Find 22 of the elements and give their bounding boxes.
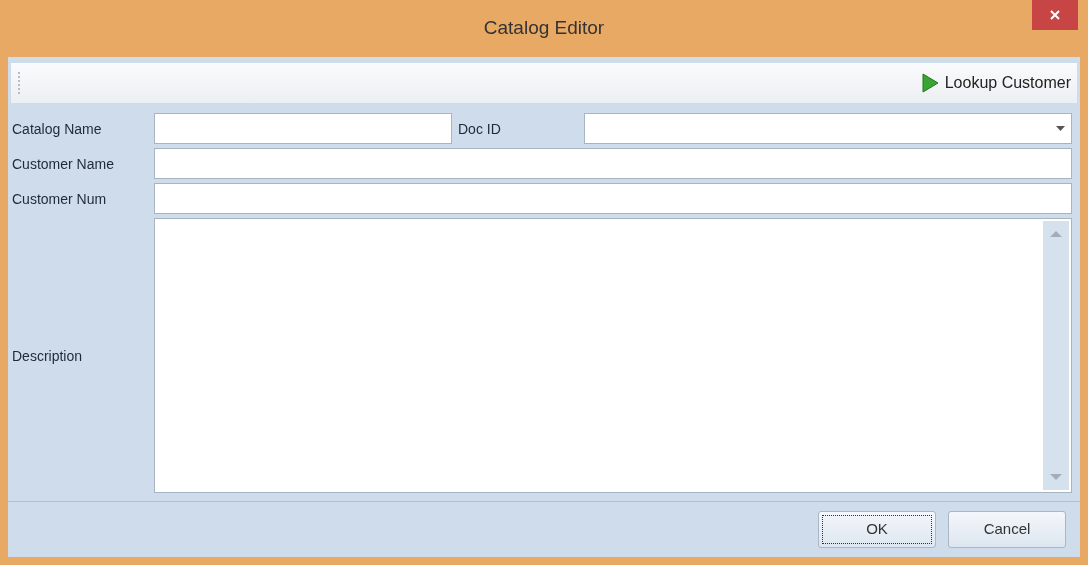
description-field[interactable] — [154, 218, 1072, 493]
scroll-up-icon — [1050, 231, 1062, 237]
lookup-customer-button[interactable]: Lookup Customer — [920, 71, 1071, 95]
scrollbar[interactable] — [1043, 221, 1069, 490]
field-label: Customer Name — [12, 155, 114, 172]
dropdown-field[interactable] — [584, 113, 1072, 144]
window-title: Catalog Editor — [483, 16, 605, 41]
close-button[interactable] — [1032, 0, 1078, 30]
scroll-down-icon — [1050, 474, 1062, 480]
field-label: Doc ID — [458, 120, 501, 137]
close-icon — [1049, 9, 1061, 21]
field-label: Description — [12, 347, 83, 364]
input-field[interactable] — [154, 148, 1072, 179]
grip-icon — [17, 70, 21, 96]
field-label: Catalog Name — [12, 120, 102, 137]
field-label: Customer Num — [12, 190, 107, 207]
caret-icon — [1056, 126, 1065, 131]
dialog-button[interactable]: Cancel — [948, 511, 1066, 548]
input-field[interactable] — [154, 183, 1072, 214]
dialog-button[interactable]: OK — [818, 511, 936, 548]
input-field[interactable] — [154, 113, 452, 144]
play-icon — [920, 73, 939, 93]
